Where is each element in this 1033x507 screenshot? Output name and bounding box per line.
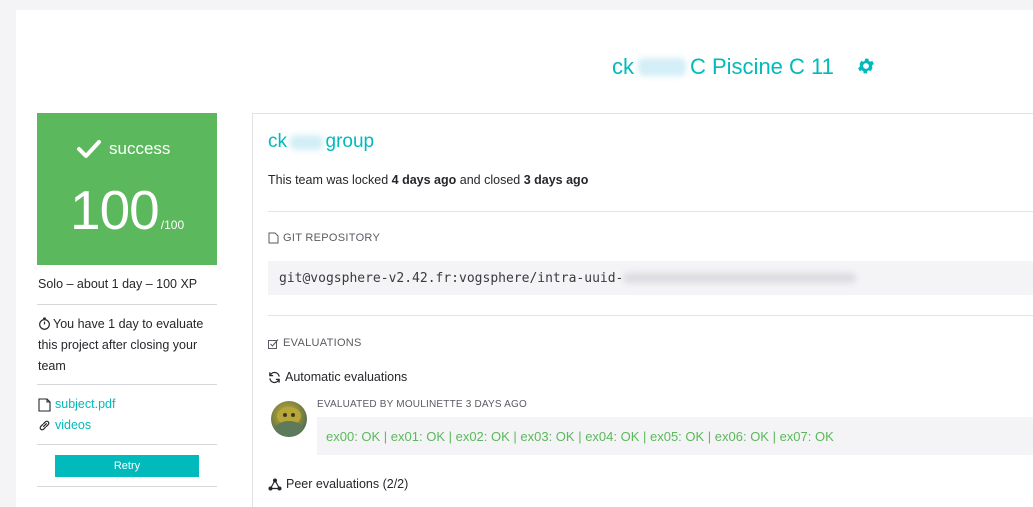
checkbox-icon: [268, 338, 279, 349]
peer-evaluations-heading: Peer evaluations (2/2): [268, 477, 408, 491]
resource-links: subject.pdf videos: [38, 394, 115, 436]
repo-url: git@vogsphere-v2.42.fr:vogsphere/intra-u…: [279, 270, 624, 286]
divider: [37, 304, 217, 305]
videos-link[interactable]: videos: [55, 415, 91, 436]
score-value: 100: [70, 179, 160, 241]
group-suffix: group: [325, 131, 375, 152]
git-heading: GIT REPOSITORY: [268, 232, 380, 244]
divider: [268, 211, 1033, 212]
group-redacted: xxxxx: [290, 134, 323, 150]
locked-time: 4 days ago: [391, 173, 457, 187]
locked-text: This team was locked: [268, 173, 392, 187]
title-prefix: ck: [612, 54, 634, 79]
evaluation-result: ex00: OK | ex01: OK | ex02: OK | ex03: O…: [317, 417, 1033, 455]
divider: [37, 384, 217, 385]
repo-redacted: xxxxxxxx-xxxx-xxxx-xxxx-xxxxxxxxxxxx-xxx…: [623, 273, 857, 283]
network-icon: [268, 478, 282, 490]
git-heading-text: GIT REPOSITORY: [283, 232, 381, 244]
divider: [268, 315, 1033, 316]
status-label: success: [109, 139, 171, 158]
team-status: This team was locked 4 days ago and clos…: [268, 173, 588, 187]
group-title[interactable]: ck xxxxx group: [268, 131, 374, 153]
status-row: success: [77, 139, 170, 159]
divider: [37, 486, 217, 487]
retry-button[interactable]: Retry: [55, 455, 199, 477]
file-icon: [268, 232, 279, 244]
evaluation-result-text: ex00: OK | ex01: OK | ex02: OK | ex03: O…: [326, 428, 834, 444]
checkmark-icon: [77, 140, 101, 158]
peer-evaluations-label: Peer evaluations (2/2): [286, 477, 409, 491]
refresh-icon: [269, 371, 280, 383]
automatic-evaluations-label: Automatic evaluations: [285, 370, 408, 384]
repo-url-field[interactable]: git@vogsphere-v2.42.fr:vogsphere/intra-u…: [268, 261, 1033, 295]
avatar-image: [275, 407, 303, 437]
link-subject[interactable]: subject.pdf: [38, 394, 115, 415]
team-panel: ck xxxxx group This team was locked 4 da…: [252, 113, 1033, 507]
evaluator-avatar[interactable]: [271, 401, 307, 437]
evaluations-heading: EVALUATIONS: [268, 337, 362, 349]
document-icon: [38, 397, 51, 412]
group-prefix: ck: [268, 131, 287, 152]
link-videos[interactable]: videos: [38, 415, 115, 436]
link-icon: [39, 420, 50, 431]
stopwatch-icon: [39, 317, 50, 330]
automatic-evaluations-heading: Automatic evaluations: [268, 370, 407, 384]
eval-note: You have 1 day to evaluate this project …: [38, 314, 218, 377]
project-meta: Solo – about 1 day – 100 XP: [38, 277, 198, 291]
gear-icon[interactable]: [856, 56, 876, 76]
closed-text: and closed: [456, 173, 524, 187]
score-row: 100 /100: [70, 183, 184, 238]
divider: [37, 444, 217, 445]
evaluations-heading-text: EVALUATIONS: [283, 337, 362, 349]
subject-link[interactable]: subject.pdf: [55, 394, 115, 415]
project-title: ck xxxxxx C Piscine C 11: [612, 54, 834, 80]
eval-note-text: You have 1 day to evaluate this project …: [38, 317, 204, 373]
closed-time: 3 days ago: [523, 173, 589, 187]
score-max: /100: [160, 218, 185, 232]
evaluated-by: EVALUATED BY MOULINETTE 3 DAYS AGO: [317, 399, 528, 410]
title-redacted: xxxxxx: [638, 58, 686, 76]
score-card: success 100 /100: [37, 113, 217, 265]
title-suffix: C Piscine C 11: [690, 54, 834, 79]
